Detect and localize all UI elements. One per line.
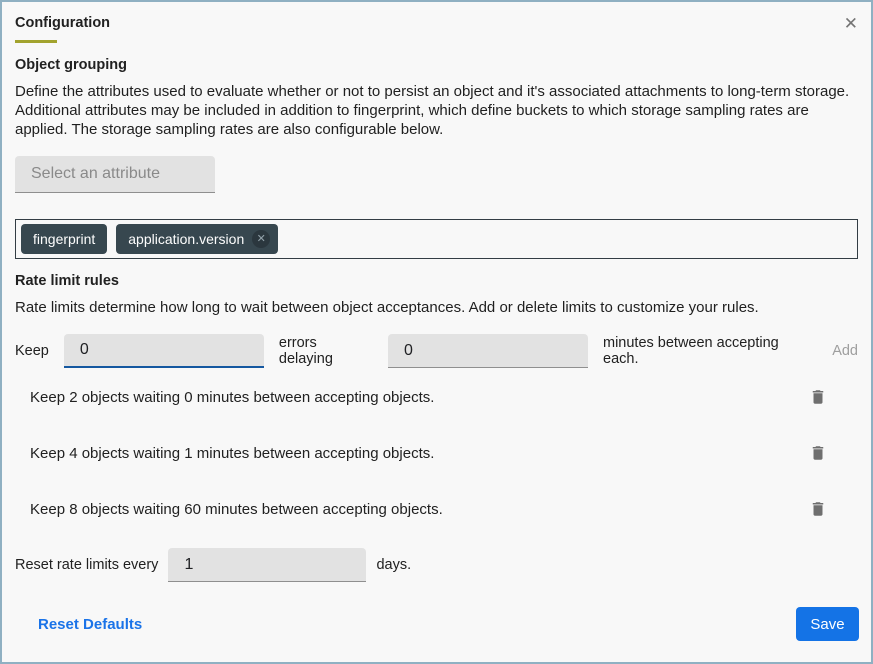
delete-rule-icon[interactable] (809, 387, 827, 407)
chip-label: application.version (128, 231, 244, 247)
rate-limit-rule-row: Keep 4 objects waiting 1 minutes between… (30, 425, 827, 481)
reset-defaults-link[interactable]: Reset Defaults (38, 616, 142, 633)
delete-rule-icon[interactable] (809, 499, 827, 519)
chip-remove-icon[interactable]: ✕ (252, 230, 270, 248)
minutes-between-label: minutes between accepting each. (603, 335, 814, 367)
errors-count-input[interactable] (64, 334, 264, 368)
delete-rule-icon[interactable] (809, 443, 827, 463)
keep-label: Keep (15, 343, 49, 359)
add-rule-button[interactable]: Add (832, 343, 858, 359)
attribute-select-input[interactable] (15, 156, 215, 193)
object-grouping-description: Define the attributes used to evaluate w… (15, 82, 858, 139)
rate-limit-heading: Rate limit rules (15, 273, 858, 290)
rule-text: Keep 4 objects waiting 1 minutes between… (30, 445, 434, 462)
errors-delaying-label: errors delaying (279, 335, 373, 367)
title-block: Configuration (15, 15, 110, 43)
close-icon[interactable]: ✕ (844, 16, 858, 32)
configuration-dialog: Configuration ✕ Object grouping Define t… (0, 0, 873, 664)
dialog-header: Configuration ✕ (2, 2, 871, 43)
save-button[interactable]: Save (796, 607, 859, 641)
rule-text: Keep 2 objects waiting 0 minutes between… (30, 389, 434, 406)
minutes-delay-input[interactable] (388, 334, 588, 368)
title-underline (15, 40, 57, 43)
reset-days-input[interactable] (168, 548, 366, 582)
chip-application-version[interactable]: application.version ✕ (116, 224, 278, 254)
selected-attributes-box: fingerprint application.version ✕ (15, 219, 858, 259)
rate-limit-rule-row: Keep 8 objects waiting 60 minutes betwee… (30, 481, 827, 537)
object-grouping-heading: Object grouping (15, 57, 858, 74)
add-rate-limit-row: Keep errors delaying minutes between acc… (15, 333, 858, 369)
dialog-title: Configuration (15, 15, 110, 31)
rule-text: Keep 8 objects waiting 60 minutes betwee… (30, 501, 443, 518)
days-label: days. (376, 557, 411, 573)
rate-limit-rule-row: Keep 2 objects waiting 0 minutes between… (30, 369, 827, 425)
rate-limit-description: Rate limits determine how long to wait b… (15, 298, 858, 317)
reset-prefix-label: Reset rate limits every (15, 557, 158, 573)
chip-label: fingerprint (33, 231, 95, 247)
dialog-footer: Reset Defaults Save (38, 607, 859, 641)
chip-fingerprint[interactable]: fingerprint (21, 224, 107, 254)
reset-rate-limits-row: Reset rate limits every days. (15, 548, 858, 582)
